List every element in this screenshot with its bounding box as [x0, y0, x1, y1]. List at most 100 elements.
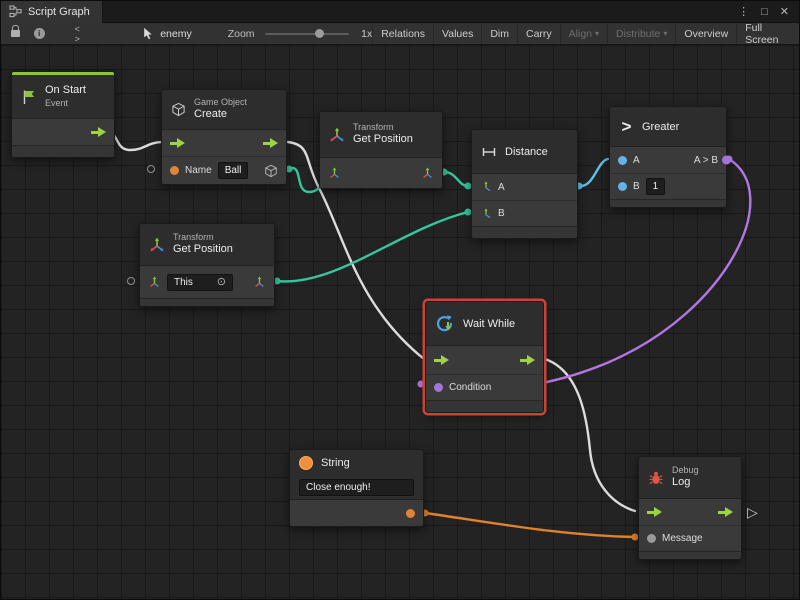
- node-distance[interactable]: Distance A B: [471, 129, 578, 239]
- carry-button[interactable]: Carry: [517, 23, 560, 44]
- string-value-field[interactable]: Close enough!: [299, 479, 414, 496]
- wait-icon: [435, 314, 455, 334]
- align-button[interactable]: Align▾: [560, 23, 607, 44]
- panel-menu-icon[interactable]: ⋮: [738, 1, 749, 23]
- node-wait-while[interactable]: Wait While Condition: [425, 301, 544, 413]
- dim-button[interactable]: Dim: [481, 23, 517, 44]
- zoom-slider-handle[interactable]: [315, 29, 324, 38]
- wire-vector-getposition2-to-distance-b[interactable]: [276, 212, 468, 281]
- port-b-label: B: [498, 208, 505, 219]
- relations-button[interactable]: Relations: [372, 23, 433, 44]
- transform-icon: [149, 237, 165, 253]
- string-output-port[interactable]: [406, 509, 415, 518]
- vector-output-port-icon[interactable]: [253, 276, 266, 289]
- message-input-port[interactable]: [647, 534, 656, 543]
- transform-icon: [329, 127, 345, 143]
- flow-output-port[interactable]: [91, 127, 106, 138]
- unconnected-port-indicator[interactable]: [147, 165, 155, 173]
- target-selector[interactable]: This ⊙: [167, 274, 233, 291]
- node-title: Get Position: [173, 243, 233, 257]
- node-subtitle: Event: [45, 98, 86, 109]
- node-gameobject-create[interactable]: Game Object Create Name Ball: [161, 89, 287, 185]
- node-category: Transform: [173, 232, 233, 243]
- flow-output-port[interactable]: [263, 138, 278, 149]
- flow-output-port[interactable]: [520, 355, 535, 366]
- distribute-button[interactable]: Distribute▾: [607, 23, 675, 44]
- gameobject-output-port-icon[interactable]: [264, 164, 278, 178]
- port-b-label: B: [633, 181, 640, 192]
- graph-name-label[interactable]: enemy: [160, 28, 192, 40]
- wire-vector-getposition-to-distance-a[interactable]: [444, 172, 468, 186]
- node-title: String: [321, 457, 350, 469]
- maximize-icon[interactable]: □: [761, 1, 768, 23]
- port-a-label: A: [633, 155, 640, 166]
- graph-toolbar: i < > enemy Zoom 1x Relations Values Dim…: [1, 23, 799, 45]
- flow-continue-indicator[interactable]: ▷: [747, 505, 758, 519]
- port-a-label: A: [498, 182, 505, 193]
- node-category: Game Object: [194, 97, 247, 108]
- node-footer: [639, 551, 741, 559]
- flow-input-port[interactable]: [434, 355, 449, 366]
- zoom-label: Zoom: [228, 28, 255, 40]
- flag-icon: [21, 89, 37, 105]
- name-input-port[interactable]: [170, 166, 179, 175]
- graph-canvas[interactable]: On Start Event Game Object Create: [1, 45, 800, 600]
- greater-icon: >: [619, 117, 634, 137]
- wire-number-distance-to-greater[interactable]: [579, 159, 608, 186]
- b-value-field[interactable]: 1: [646, 178, 666, 195]
- node-on-start-event[interactable]: On Start Event: [11, 71, 115, 158]
- name-value-field[interactable]: Ball: [218, 162, 249, 179]
- result-output-port[interactable]: [722, 156, 731, 165]
- zoom-slider[interactable]: [265, 33, 350, 35]
- tab-script-graph[interactable]: Script Graph: [1, 1, 103, 23]
- node-get-position-left[interactable]: Transform Get Position This ⊙: [139, 223, 275, 307]
- flow-input-port[interactable]: [647, 507, 662, 518]
- node-title: Create: [194, 108, 247, 122]
- node-footer: [610, 199, 726, 207]
- wire-flow-waitwhile-to-log[interactable]: [545, 359, 635, 511]
- node-title: On Start: [45, 84, 86, 98]
- vector-output-port-icon[interactable]: [421, 167, 434, 180]
- toolbar-buttons: Relations Values Dim Carry Align▾ Distri…: [372, 23, 799, 44]
- transform-input-port-icon[interactable]: [148, 276, 161, 289]
- zoom-value: 1x: [361, 28, 372, 40]
- full-screen-button[interactable]: Full Screen: [736, 23, 799, 44]
- node-greater[interactable]: > Greater A A > B B 1: [609, 106, 727, 208]
- flow-output-port[interactable]: [718, 507, 733, 518]
- message-label: Message: [662, 533, 703, 544]
- node-string-literal[interactable]: String Close enough!: [289, 449, 424, 527]
- lock-icon[interactable]: [11, 30, 20, 37]
- node-debug-log[interactable]: Debug Log Message: [638, 456, 742, 560]
- condition-label: Condition: [449, 382, 491, 393]
- node-title: Log: [672, 476, 699, 490]
- overview-button[interactable]: Overview: [675, 23, 736, 44]
- bug-icon: [648, 470, 664, 486]
- wire-string-to-message[interactable]: [425, 513, 636, 537]
- transform-input-port-icon[interactable]: [328, 167, 341, 180]
- vector-b-port-icon[interactable]: [480, 208, 492, 220]
- node-footer: [426, 400, 543, 412]
- values-button[interactable]: Values: [433, 23, 481, 44]
- tab-title: Script Graph: [28, 6, 90, 18]
- node-footer: [12, 145, 114, 157]
- condition-input-port[interactable]: [434, 383, 443, 392]
- info-icon[interactable]: i: [34, 28, 45, 39]
- flow-input-port[interactable]: [170, 138, 185, 149]
- node-title: Greater: [642, 121, 679, 133]
- input-b-port[interactable]: [618, 182, 627, 191]
- title-bar: Script Graph ⋮ □ ✕: [1, 1, 799, 23]
- result-label: A > B: [694, 155, 718, 166]
- unconnected-port-indicator[interactable]: [127, 277, 135, 285]
- vector-a-port-icon[interactable]: [480, 181, 492, 193]
- node-title: Wait While: [463, 318, 515, 330]
- close-icon[interactable]: ✕: [780, 1, 789, 23]
- target-value: This: [174, 277, 193, 288]
- chevron-down-icon: ▾: [663, 29, 667, 38]
- distance-icon: [481, 145, 497, 159]
- code-icon[interactable]: < >: [75, 24, 91, 44]
- node-get-position-top[interactable]: Transform Get Position: [319, 111, 443, 189]
- cube-icon: [171, 102, 186, 117]
- input-a-port[interactable]: [618, 156, 627, 165]
- wire-flow-onstart-to-create[interactable]: [107, 132, 163, 150]
- object-picker-icon[interactable]: ⊙: [217, 277, 226, 288]
